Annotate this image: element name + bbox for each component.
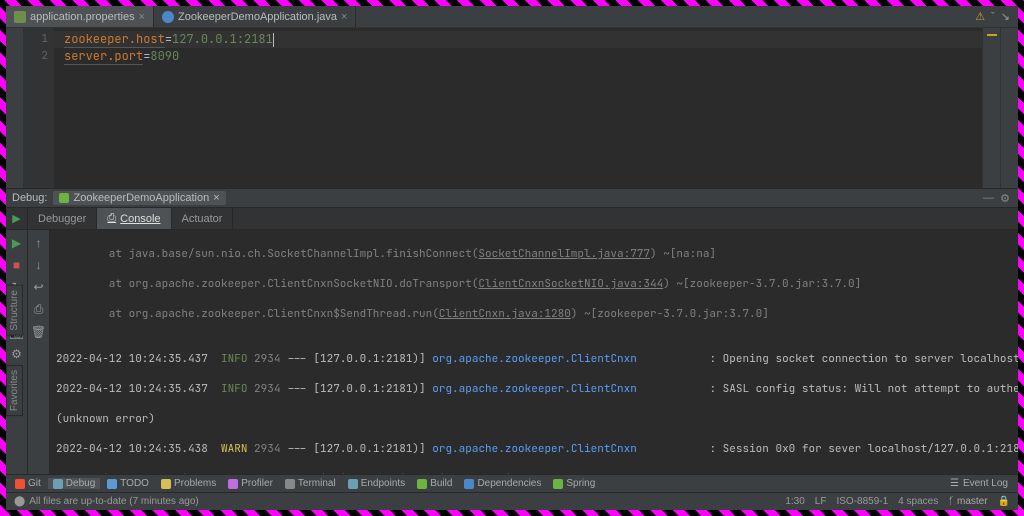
- run-config-name: ZookeeperDemoApplication: [73, 192, 209, 204]
- tw-git[interactable]: Git: [10, 478, 46, 489]
- line-gutter: 1 2: [24, 28, 54, 188]
- debug-panel-header: Debug: ZookeeperDemoApplication × — ⚙: [6, 188, 1018, 208]
- tab-label: ZookeeperDemoApplication.java: [178, 11, 337, 23]
- profiler-icon: [228, 479, 238, 489]
- tw-profiler[interactable]: Profiler: [223, 478, 278, 489]
- scroll-down-icon[interactable]: ↓: [36, 258, 42, 272]
- debug-icon: [53, 479, 63, 489]
- git-icon: [15, 479, 25, 489]
- close-icon[interactable]: ×: [213, 192, 219, 204]
- git-branch[interactable]: ᚶ master: [948, 496, 987, 507]
- spring-icon: [553, 479, 563, 489]
- code-line-2[interactable]: server.port=8090: [54, 48, 982, 65]
- gear-icon[interactable]: ⚙: [1000, 192, 1010, 205]
- resume-icon[interactable]: ▶: [12, 236, 21, 250]
- side-tab-favorites[interactable]: Favorites: [6, 365, 23, 416]
- play-icon: ▶: [12, 212, 20, 225]
- gear-icon[interactable]: ⚙: [11, 347, 22, 361]
- console-toolbar: ↑ ↓ ↩ ⎙ 🗑: [28, 230, 50, 474]
- vcs-status-icon: ⬤: [14, 496, 25, 507]
- tab-debugger[interactable]: Debugger: [28, 208, 97, 229]
- todo-icon: [107, 479, 117, 489]
- run-config-chip[interactable]: ZookeeperDemoApplication ×: [53, 191, 225, 205]
- intention-icon[interactable]: ˇ: [991, 11, 995, 23]
- stop-icon[interactable]: ■: [13, 258, 20, 272]
- debug-tabs: ▶ Debugger ⎙Console Actuator: [6, 208, 1018, 230]
- split-icon[interactable]: ↘: [1001, 10, 1010, 23]
- tw-endpoints[interactable]: Endpoints: [343, 478, 410, 489]
- console-output[interactable]: at java.base/sun.nio.ch.SocketChannelImp…: [50, 230, 1018, 474]
- left-gutter-strip: [6, 28, 24, 188]
- scroll-up-icon[interactable]: ↑: [36, 236, 42, 250]
- code-area[interactable]: zookeeper.host=127.0.0.1:2181 server.por…: [54, 28, 982, 188]
- caret-position[interactable]: 1:30: [785, 496, 804, 507]
- endpoints-icon: [348, 479, 358, 489]
- problems-icon: [161, 479, 171, 489]
- build-icon: [417, 479, 427, 489]
- terminal-icon: [285, 479, 295, 489]
- java-file-icon: [162, 11, 174, 23]
- debug-action-toolbar: ▶ ■ ↻ ⏸ 📷 ⚙: [6, 230, 28, 474]
- editor[interactable]: 1 2 zookeeper.host=127.0.0.1:2181 server…: [6, 28, 1018, 188]
- editor-tabs: application.properties × ZookeeperDemoAp…: [6, 6, 1018, 28]
- right-tool-strip: [1000, 28, 1018, 188]
- error-stripe[interactable]: [982, 28, 1000, 188]
- soft-wrap-icon[interactable]: ↩: [33, 280, 43, 294]
- tab-actuator[interactable]: Actuator: [172, 208, 234, 229]
- tab-label: application.properties: [30, 11, 135, 23]
- event-log-label[interactable]: Event Log: [963, 478, 1008, 489]
- tw-problems[interactable]: Problems: [156, 478, 221, 489]
- line-ending[interactable]: LF: [815, 496, 827, 507]
- status-bar: ⬤ All files are up-to-date (7 minutes ag…: [6, 492, 1018, 510]
- tw-terminal[interactable]: Terminal: [280, 478, 341, 489]
- lock-icon[interactable]: 🔒: [998, 496, 1010, 507]
- minimize-icon[interactable]: —: [983, 192, 994, 205]
- tool-window-bar: Git Debug TODO Problems Profiler Termina…: [6, 474, 1018, 492]
- print-icon[interactable]: ⎙: [34, 302, 44, 317]
- tw-spring[interactable]: Spring: [548, 478, 600, 489]
- file-encoding[interactable]: ISO-8859-1: [836, 496, 888, 507]
- tab-application-properties[interactable]: application.properties ×: [6, 6, 154, 27]
- clear-icon[interactable]: 🗑: [31, 325, 46, 339]
- indent-setting[interactable]: 4 spaces: [898, 496, 938, 507]
- side-tab-structure[interactable]: Structure: [6, 285, 23, 336]
- tab-console[interactable]: ⎙Console: [97, 208, 171, 229]
- props-file-icon: [14, 11, 26, 23]
- tw-dependencies[interactable]: Dependencies: [459, 478, 546, 489]
- tw-todo[interactable]: TODO: [102, 478, 154, 489]
- warning-icon[interactable]: ⚠: [975, 10, 985, 23]
- text-caret: [273, 33, 274, 47]
- status-message: All files are up-to-date (7 minutes ago): [29, 496, 199, 507]
- code-line-1[interactable]: zookeeper.host=127.0.0.1:2181: [54, 31, 982, 48]
- spring-icon: [59, 193, 69, 203]
- close-icon[interactable]: ×: [341, 11, 347, 23]
- close-icon[interactable]: ×: [139, 11, 145, 23]
- deps-icon: [464, 479, 474, 489]
- line-number: 1: [30, 31, 48, 48]
- rerun-button[interactable]: ▶: [6, 208, 28, 229]
- event-log-icon[interactable]: ☰: [950, 478, 959, 489]
- line-number: 2: [30, 48, 48, 65]
- tw-debug[interactable]: Debug: [48, 478, 100, 489]
- tw-build[interactable]: Build: [412, 478, 457, 489]
- tab-zookeeper-demo-application[interactable]: ZookeeperDemoApplication.java ×: [154, 6, 356, 27]
- debug-title: Debug:: [12, 192, 47, 204]
